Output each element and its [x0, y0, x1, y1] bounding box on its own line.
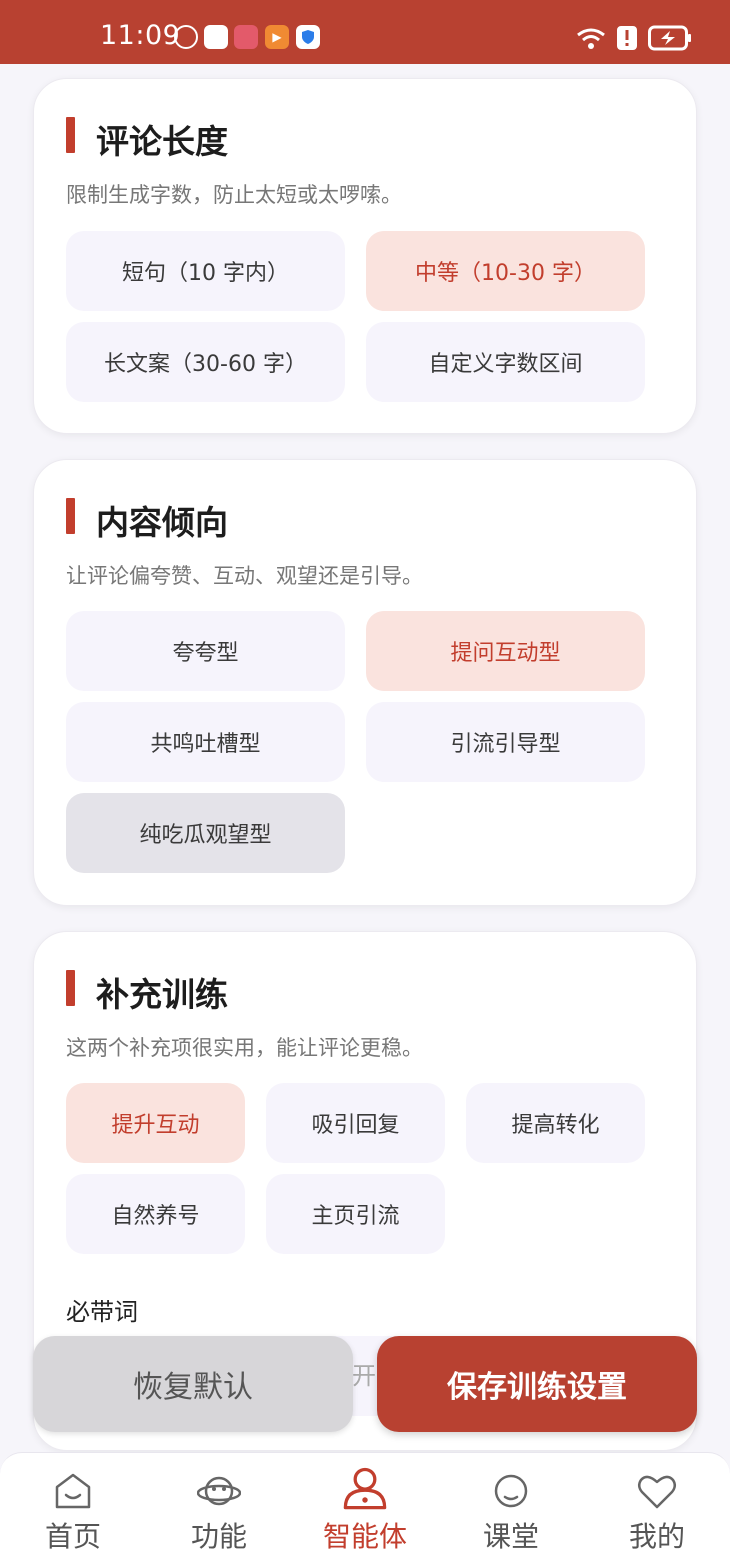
status-time: 11:09 [100, 20, 181, 51]
title-accent-bar [66, 498, 75, 534]
battery-icon [648, 25, 691, 51]
planet-icon [197, 1476, 241, 1506]
title-accent-bar [66, 970, 75, 1006]
status-bar: 11:09 ▶ [0, 0, 730, 64]
tab-label: 我的 [628, 1520, 685, 1552]
option-short[interactable]: 短句（10 字内） [66, 231, 345, 311]
save-settings-button[interactable]: 保存训练设置 [377, 1336, 697, 1432]
alert-icon [617, 26, 637, 50]
tab-classroom[interactable]: 课堂 [438, 1453, 584, 1552]
book-icon [234, 25, 258, 49]
reset-default-button[interactable]: 恢复默认 [33, 1336, 353, 1432]
content-tendency-card: 内容倾向 让评论偏夸赞、互动、观望还是引导。 夸夸型 提问互动型 共鸣吐槽型 引… [33, 459, 697, 906]
shield-icon [296, 25, 320, 49]
heart-icon [638, 1475, 676, 1509]
card-description: 让评论偏夸赞、互动、观望还是引导。 [66, 564, 423, 588]
option-custom-range[interactable]: 自定义字数区间 [366, 322, 645, 402]
tab-agent[interactable]: 智能体 [292, 1453, 438, 1552]
title-accent-bar [66, 117, 75, 153]
card-description: 限制生成字数，防止太短或太啰嗦。 [66, 183, 402, 207]
tab-label: 智能体 [322, 1520, 407, 1552]
option-attract-replies[interactable]: 吸引回复 [266, 1083, 445, 1163]
tab-features[interactable]: 功能 [146, 1453, 292, 1552]
agent-icon [343, 1467, 387, 1510]
option-question-interact[interactable]: 提问互动型 [366, 611, 645, 691]
keyword-label: 必带词 [66, 1298, 138, 1326]
card-title: 内容倾向 [96, 503, 228, 542]
video-icon: ▶ [265, 25, 289, 49]
option-praise[interactable]: 夸夸型 [66, 611, 345, 691]
option-traffic-guide[interactable]: 引流引导型 [366, 702, 645, 782]
option-natural-account[interactable]: 自然养号 [66, 1174, 245, 1254]
tab-label: 功能 [190, 1520, 247, 1552]
classroom-icon [494, 1474, 528, 1508]
huawei-store-icon [204, 25, 228, 49]
comment-length-card: 评论长度 限制生成字数，防止太短或太啰嗦。 短句（10 字内） 中等（10-30… [33, 78, 697, 434]
tab-label: 首页 [44, 1520, 101, 1552]
tab-mine[interactable]: 我的 [584, 1453, 730, 1552]
card-description: 这两个补充项很实用，能让评论更稳。 [66, 1036, 423, 1060]
wifi-icon [577, 28, 605, 49]
option-resonance-complain[interactable]: 共鸣吐槽型 [66, 702, 345, 782]
status-indicators [576, 24, 692, 52]
bottom-tab-bar: 首页 功能 智能体 课堂 我的 [0, 1452, 730, 1552]
option-onlooker[interactable]: 纯吃瓜观望型 [66, 793, 345, 873]
card-title: 补充训练 [96, 975, 228, 1014]
tab-home[interactable]: 首页 [0, 1453, 146, 1552]
card-title: 评论长度 [96, 122, 228, 161]
tab-label: 课堂 [482, 1520, 539, 1552]
option-improve-conversion[interactable]: 提高转化 [466, 1083, 645, 1163]
app-notification-icon [174, 25, 198, 49]
option-medium[interactable]: 中等（10-30 字） [366, 231, 645, 311]
option-long[interactable]: 长文案（30-60 字） [66, 322, 345, 402]
option-homepage-traffic[interactable]: 主页引流 [266, 1174, 445, 1254]
home-icon [55, 1473, 91, 1509]
option-boost-interaction[interactable]: 提升互动 [66, 1083, 245, 1163]
